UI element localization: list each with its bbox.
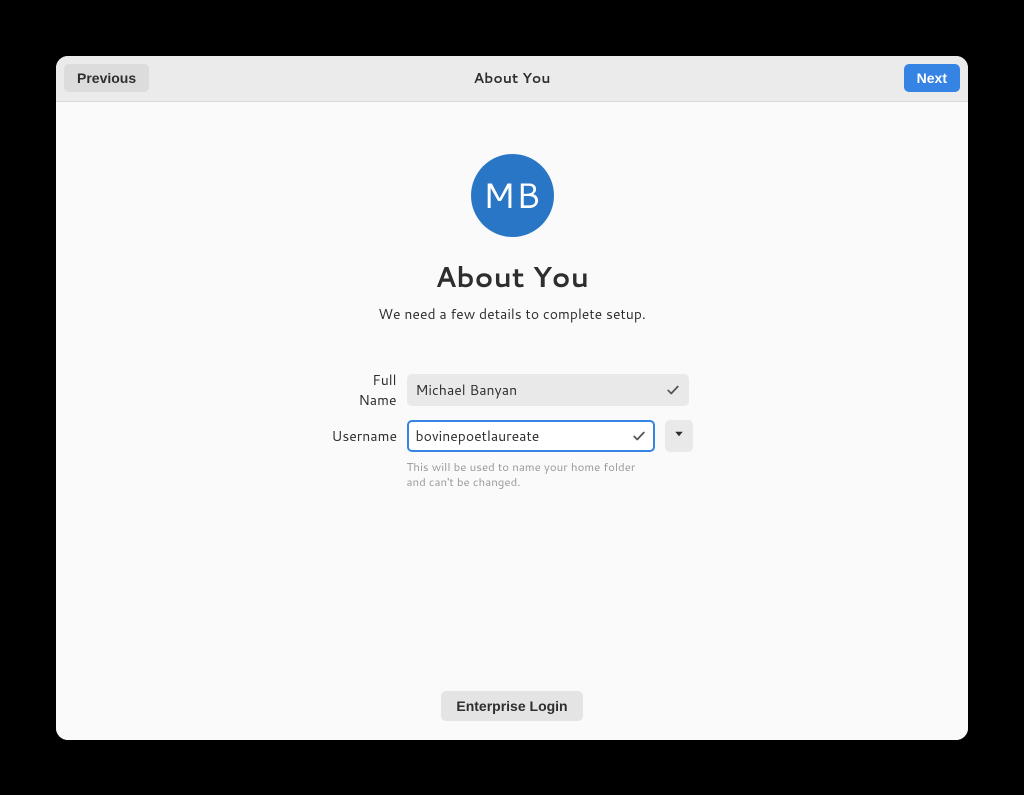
header-bar: Previous About You Next [56, 56, 968, 102]
footer: Enterprise Login [56, 691, 968, 721]
username-input-wrap [407, 420, 655, 452]
username-help-text: This will be used to name your home fold… [407, 459, 655, 490]
content-area: MB About You We need a few details to co… [56, 102, 968, 740]
header-title: About You [56, 68, 968, 88]
page-subtitle: We need a few details to complete setup. [378, 304, 646, 324]
fullname-input[interactable] [407, 374, 689, 406]
previous-button[interactable]: Previous [64, 64, 149, 92]
username-dropdown-button[interactable] [665, 420, 693, 452]
check-icon [632, 429, 646, 443]
username-row: Username [332, 420, 693, 452]
check-icon [666, 383, 680, 397]
enterprise-login-button[interactable]: Enterprise Login [441, 691, 582, 721]
next-button[interactable]: Next [904, 64, 960, 92]
fullname-input-wrap [407, 374, 689, 406]
chevron-down-icon [673, 428, 685, 443]
avatar: MB [471, 154, 554, 237]
setup-window: Previous About You Next MB About You We … [56, 56, 968, 740]
fullname-label: Full Name [332, 370, 397, 410]
fullname-row: Full Name [332, 370, 693, 410]
page-title: About You [435, 257, 589, 297]
username-input[interactable] [407, 420, 655, 452]
avatar-initials: MB [483, 171, 542, 220]
form: Full Name Username [332, 370, 693, 490]
username-label: Username [332, 426, 397, 446]
